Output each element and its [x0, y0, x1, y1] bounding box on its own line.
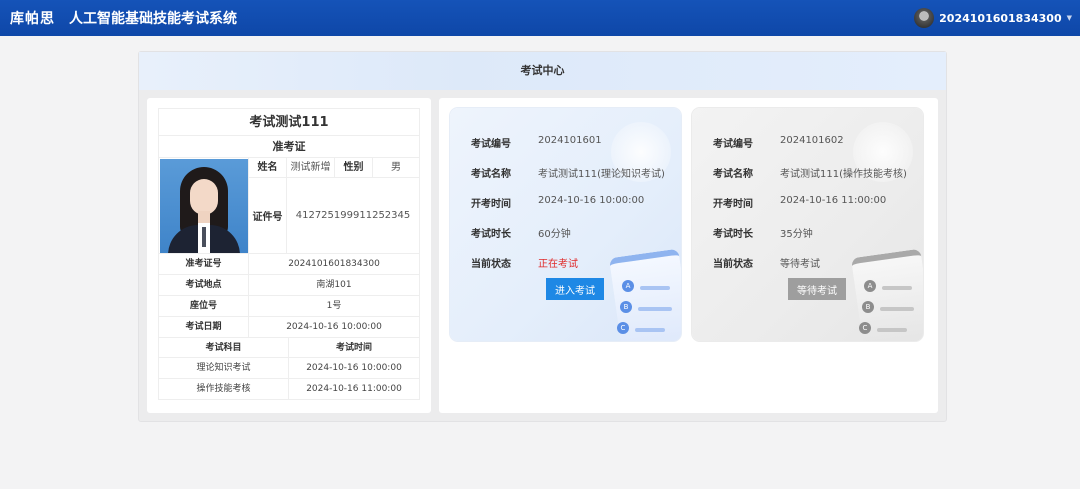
page-title: 考试中心	[139, 52, 946, 90]
answer-line	[635, 328, 665, 332]
gender-label: 性别	[334, 158, 372, 177]
exam-start-label: 开考时间	[471, 199, 511, 210]
answer-line	[638, 307, 672, 311]
ticket-row-label: 座位号	[159, 296, 249, 316]
exam-start-label: 开考时间	[713, 199, 753, 210]
ticket-row-value: 1号	[326, 301, 342, 311]
subjects-header-time: 考试时间	[335, 343, 372, 353]
ticket-row: 考试地点 南湖101	[158, 275, 420, 296]
username: 2024101601834300	[939, 11, 1062, 25]
exam-duration-label: 考试时长	[713, 229, 753, 240]
exam-name-label: 考试名称	[713, 169, 753, 180]
subjects-header-subject: 考试科目	[159, 338, 289, 357]
answer-line	[877, 328, 907, 332]
subject-row: 理论知识考试 2024-10-16 10:00:00	[158, 358, 420, 379]
subject-name: 理论知识考试	[159, 358, 289, 378]
ticket-row-label: 考试日期	[159, 317, 249, 337]
exam-name-label: 考试名称	[471, 169, 511, 180]
exam-duration-label: 考试时长	[471, 229, 511, 240]
ticket-row-value: 南湖101	[316, 280, 352, 290]
name-value: 测试新增	[286, 158, 334, 177]
option-c-icon: C	[859, 322, 871, 334]
gender-value: 男	[372, 158, 419, 177]
option-b-icon: B	[862, 301, 874, 313]
id-value: 412725199911252345	[286, 178, 419, 253]
ticket-row-label: 考试地点	[159, 275, 249, 295]
chevron-down-icon: ▼	[1066, 14, 1072, 22]
option-b-icon: B	[620, 301, 632, 313]
ticket-row-label: 准考证号	[159, 254, 249, 274]
avatar	[914, 8, 935, 28]
name-label: 姓名	[248, 158, 286, 177]
ticket-title: 准考证	[158, 136, 420, 158]
ticket-row: 准考证号 2024101601834300	[158, 254, 420, 275]
option-a-icon: A	[622, 280, 634, 292]
answer-line	[640, 286, 670, 290]
identity-grid: 姓名 测试新增 性别 男 证件号 412725199911252345	[248, 158, 419, 253]
ticket-row-value: 2024101601834300	[288, 259, 380, 269]
exam-card-practical: 考试编号 2024101602 考试名称 考试测试111(操作技能考核) 开考时间 2…	[692, 108, 923, 341]
answer-line	[880, 307, 914, 311]
subject-row: 操作技能考核 2024-10-16 11:00:00	[158, 379, 420, 400]
status-badge: 等待考试	[780, 259, 820, 270]
exam-number: 2024101601	[538, 135, 602, 146]
ticket-row: 座位号 1号	[158, 296, 420, 317]
exam-card-theory: 考试编号 2024101601 考试名称 考试测试111(理论知识考试) 开考时间 2…	[450, 108, 681, 341]
status-badge: 正在考试	[538, 259, 578, 270]
app-title: 人工智能基础技能考试系统	[69, 11, 237, 27]
exam-name: 考试测试111(操作技能考核)	[780, 169, 907, 180]
option-c-icon: C	[617, 322, 629, 334]
exam-start: 2024-10-16 10:00:00	[538, 195, 645, 206]
exam-duration: 60分钟	[538, 229, 571, 240]
user-menu[interactable]: 2024101601834300 ▼	[914, 0, 1072, 36]
subject-name: 操作技能考核	[159, 379, 289, 399]
subjects-header: 考试科目 考试时间	[158, 338, 420, 358]
wait-exam-button[interactable]: 等待考试	[788, 278, 846, 300]
candidate-photo	[160, 159, 248, 253]
enter-exam-button[interactable]: 进入考试	[546, 278, 604, 300]
exam-start: 2024-10-16 11:00:00	[780, 195, 887, 206]
exam-duration: 35分钟	[780, 229, 813, 240]
exam-number-label: 考试编号	[713, 139, 753, 150]
id-label: 证件号	[248, 178, 286, 253]
ticket-row: 考试日期 2024-10-16 10:00:00	[158, 317, 420, 338]
exam-number-label: 考试编号	[471, 139, 511, 150]
exam-status-label: 当前状态	[713, 259, 753, 270]
ticket-row-value: 2024-10-16 10:00:00	[286, 322, 382, 332]
exam-cards-panel: 考试编号 2024101601 考试名称 考试测试111(理论知识考试) 开考时间 2…	[439, 98, 938, 413]
ticket-identity-block: 姓名 测试新增 性别 男 证件号 412725199911252345	[158, 158, 420, 254]
top-bar: 库帕思 人工智能基础技能考试系统 2024101601834300 ▼	[0, 0, 1080, 36]
subject-time: 2024-10-16 11:00:00	[306, 384, 402, 394]
exam-center-frame: 考试中心 考试测试111 准考证 姓名 测试新增 性别 男 证件号 412725…	[138, 51, 947, 422]
admission-ticket: 考试测试111 准考证 姓名 测试新增 性别 男 证件号 41272519991…	[158, 108, 420, 400]
ticket-exam-name: 考试测试111	[158, 108, 420, 136]
exam-number: 2024101602	[780, 135, 844, 146]
exam-status-label: 当前状态	[471, 259, 511, 270]
admission-ticket-panel: 考试测试111 准考证 姓名 测试新增 性别 男 证件号 41272519991…	[147, 98, 431, 413]
answer-line	[882, 286, 912, 290]
subject-time: 2024-10-16 10:00:00	[306, 363, 402, 373]
brand-logo: 库帕思	[10, 11, 55, 27]
option-a-icon: A	[864, 280, 876, 292]
exam-name: 考试测试111(理论知识考试)	[538, 169, 665, 180]
